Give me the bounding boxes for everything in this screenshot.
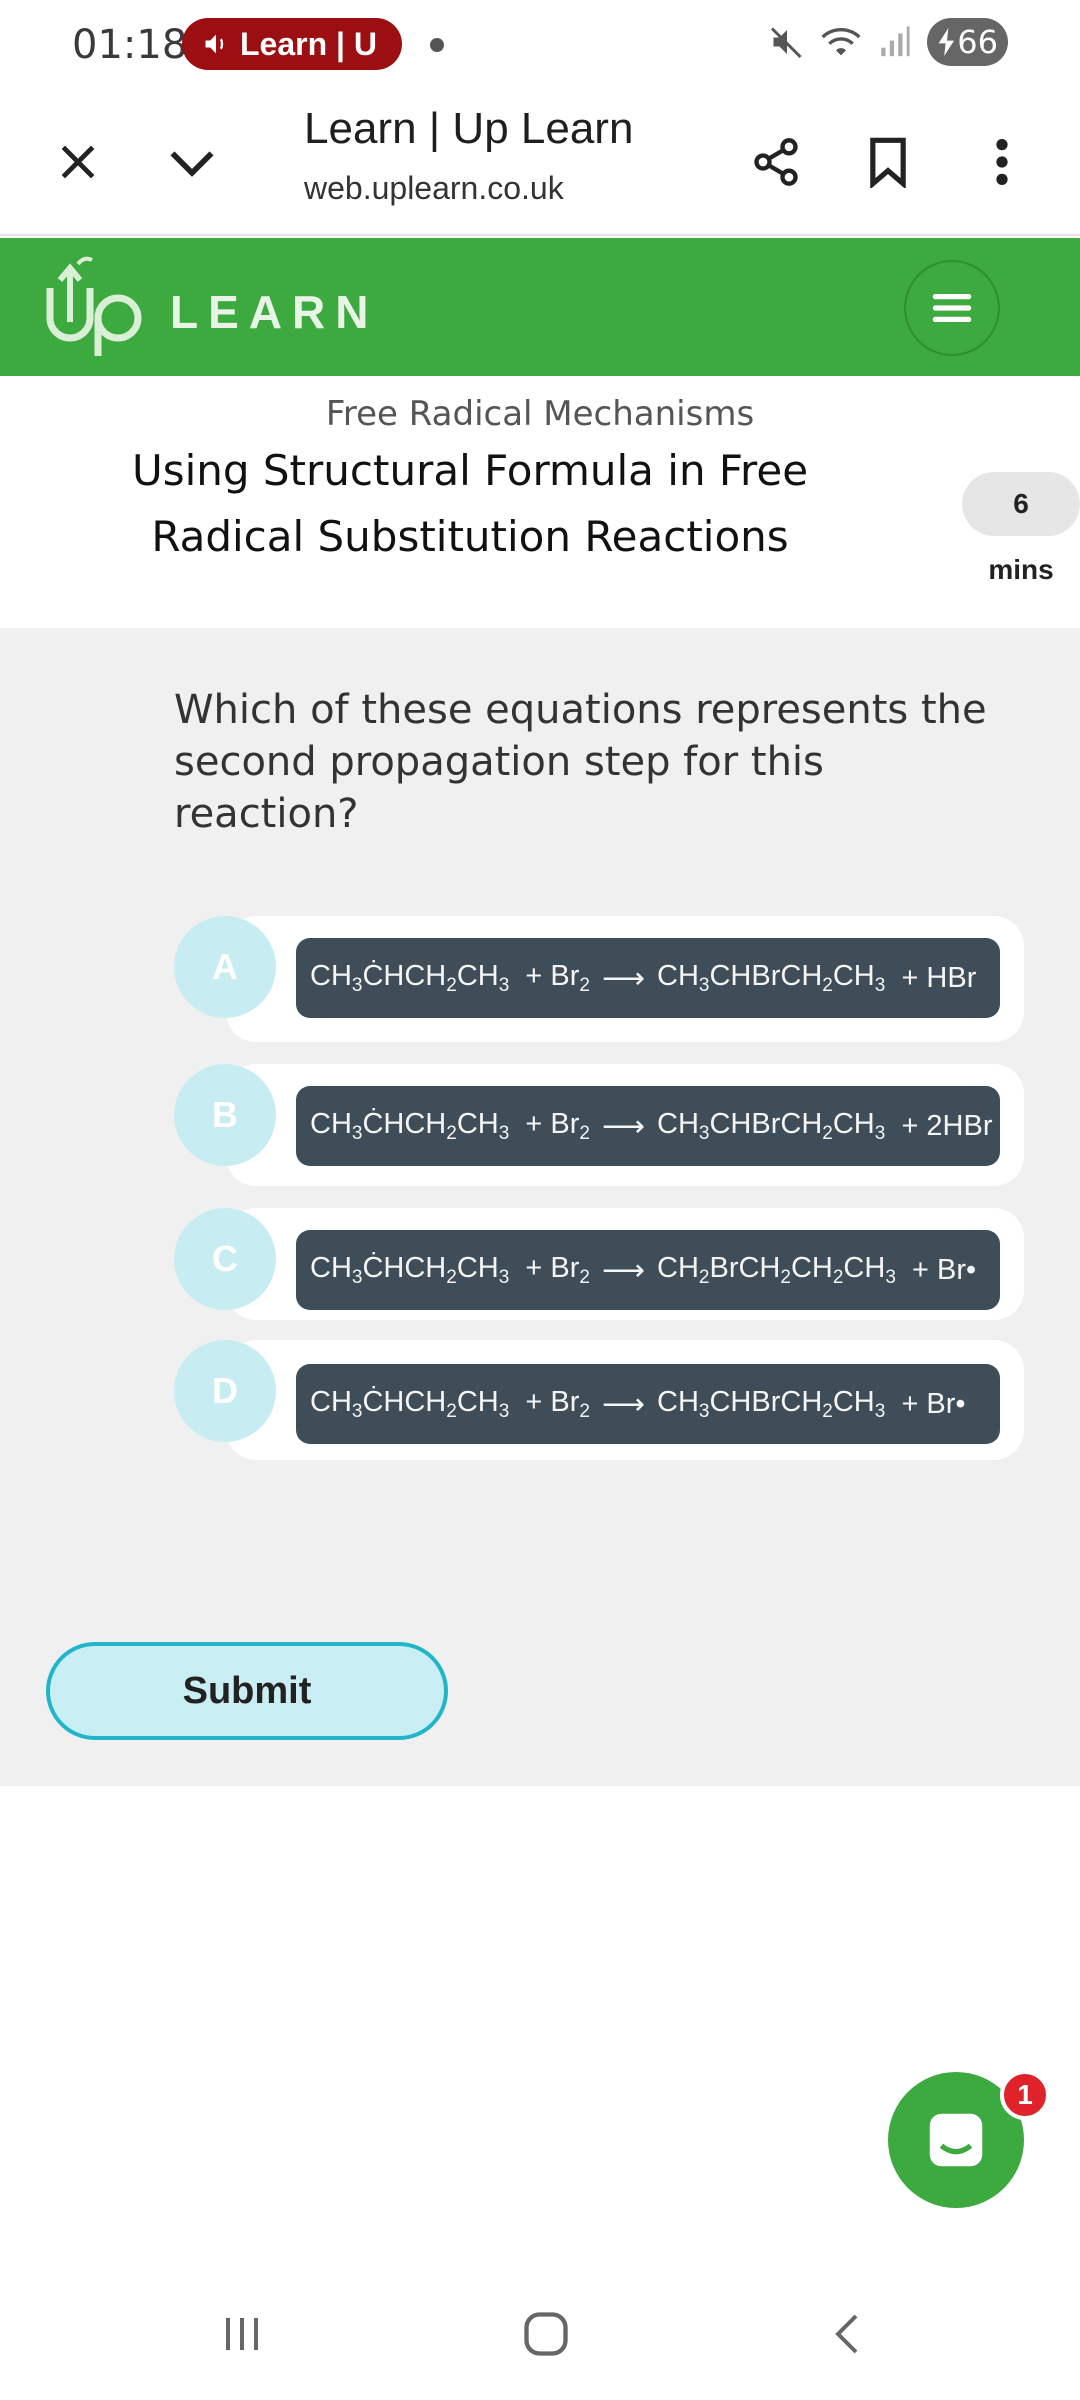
equation-b[interactable]: CH3ĊHCH2CH3 + Br2 ⟶ CH3CHBrCH2CH3 + 2HBr	[296, 1086, 1000, 1166]
brand-name: LEARN	[170, 286, 379, 338]
lesson-header: Free Radical Mechanisms Using Structural…	[0, 376, 1080, 628]
reagent: + Br2	[525, 1385, 590, 1422]
reagent: + Br2	[525, 1251, 590, 1288]
browser-toolbar: Learn | Up Learn web.uplearn.co.uk	[0, 88, 1080, 236]
option-letter: D	[174, 1340, 276, 1442]
lesson-title: Using Structural Formula in Free Radical…	[131, 446, 809, 561]
question-text: Which of these equations represents the …	[174, 687, 987, 837]
back-icon	[835, 2314, 858, 2354]
media-playing-pill[interactable]: Learn | U	[182, 18, 402, 70]
share-icon	[754, 138, 798, 186]
reactant-formula: CH3ĊHCH2CH3	[310, 1251, 510, 1288]
equation-d[interactable]: CH3ĊHCH2CH3 + Br2 ⟶ CH3CHBrCH2CH3 + Br•	[296, 1364, 1000, 1444]
byproduct: + 2HBr	[901, 1109, 993, 1142]
share-button[interactable]	[736, 122, 816, 202]
arrow-right-icon: ⟶	[602, 1109, 646, 1143]
option-letter: B	[174, 1064, 276, 1166]
menu-button[interactable]	[904, 260, 1000, 356]
chevron-down-icon	[170, 151, 214, 177]
back-button[interactable]	[808, 2294, 888, 2374]
close-icon	[61, 145, 95, 179]
product-formula: CH3CHBrCH2CH3	[657, 1107, 886, 1144]
equation-a[interactable]: CH3ĊHCH2CH3 + Br2 ⟶ CH3CHBrCH2CH3 + HBr	[296, 938, 1000, 1018]
equation-c[interactable]: CH3ĊHCH2CH3 + Br2 ⟶ CH2BrCH2CH2CH3 + Br•	[296, 1230, 1000, 1310]
reactant-formula: CH3ĊHCH2CH3	[310, 1107, 510, 1144]
up-logo-icon	[46, 256, 142, 356]
reactant-formula: CH3ĊHCH2CH3	[310, 959, 510, 996]
home-icon	[524, 2312, 568, 2356]
site-header: LEARN	[0, 238, 1080, 376]
recent-apps-icon	[226, 2318, 258, 2350]
product-formula: CH3CHBrCH2CH3	[657, 959, 886, 996]
speaker-icon	[205, 34, 224, 54]
bookmark-icon	[870, 137, 906, 188]
duration-badge: 6	[962, 472, 1080, 536]
status-time: 01:18	[72, 22, 188, 68]
chat-icon	[929, 2113, 983, 2167]
battery-indicator: 66	[927, 18, 1008, 66]
signal-icon	[881, 26, 910, 57]
system-nav-bar	[0, 2264, 1080, 2400]
more-options-button[interactable]	[962, 122, 1042, 202]
question-panel: Which of these equations represents the …	[0, 628, 1080, 1786]
duration-unit: mins	[988, 554, 1054, 585]
product-formula: CH3CHBrCH2CH3	[657, 1385, 886, 1422]
recent-apps-button[interactable]	[202, 2294, 282, 2374]
option-letter: C	[174, 1208, 276, 1310]
submit-button[interactable]: Submit	[46, 1642, 448, 1740]
byproduct: + HBr	[901, 961, 977, 994]
close-tab-button[interactable]	[38, 122, 118, 202]
charging-icon	[938, 28, 955, 56]
hamburger-icon	[932, 294, 972, 322]
page-url[interactable]: web.uplearn.co.uk	[304, 170, 564, 207]
arrow-right-icon: ⟶	[602, 961, 646, 995]
arrow-right-icon: ⟶	[602, 1387, 646, 1421]
chat-notification-badge: 1	[1000, 2070, 1050, 2120]
mute-icon	[771, 27, 802, 59]
byproduct: + Br•	[912, 1253, 977, 1286]
home-button[interactable]	[506, 2294, 586, 2374]
option-letter: A	[174, 916, 276, 1018]
byproduct: + Br•	[901, 1387, 966, 1420]
wifi-icon	[821, 28, 861, 56]
arrow-right-icon: ⟶	[602, 1253, 646, 1287]
battery-level: 66	[957, 23, 998, 61]
uplearn-logo[interactable]: LEARN	[38, 252, 378, 362]
bookmark-button[interactable]	[848, 122, 928, 202]
notification-dot-icon	[430, 38, 444, 52]
reagent: + Br2	[525, 1107, 590, 1144]
more-vertical-icon	[996, 139, 1008, 185]
page-title: Learn | Up Learn	[304, 104, 634, 153]
minimize-button[interactable]	[152, 122, 232, 202]
media-label: Learn | U	[240, 25, 377, 62]
reactant-formula: CH3ĊHCH2CH3	[310, 1385, 510, 1422]
status-bar: 01:18 Learn | U 66	[0, 0, 1080, 88]
product-formula: CH2BrCH2CH2CH3	[657, 1251, 896, 1288]
module-name: Free Radical Mechanisms	[325, 394, 755, 434]
reagent: + Br2	[525, 959, 590, 996]
status-icons: 66	[769, 18, 1008, 66]
